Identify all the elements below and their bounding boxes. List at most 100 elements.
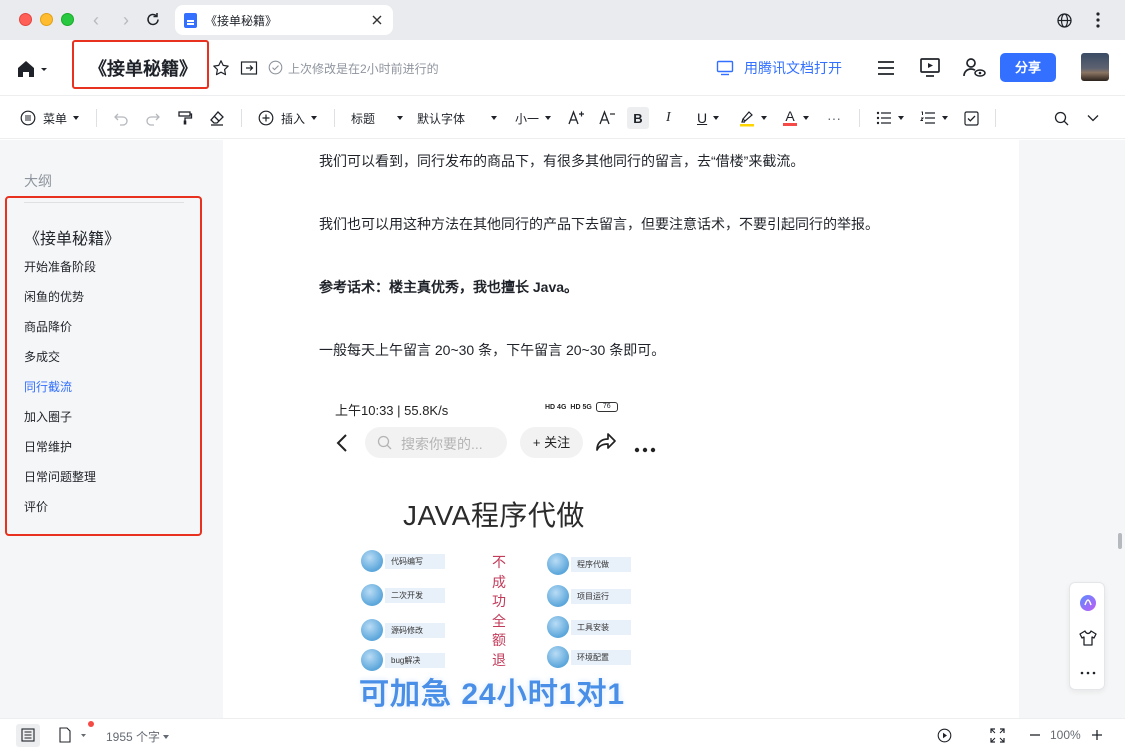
outline-item[interactable]: 日常问题整理 [24,468,96,485]
undo-icon[interactable] [113,97,129,139]
outline-item[interactable]: 多成交 [24,348,60,365]
service-tag: 工具安装 [547,616,631,638]
insert-dropdown[interactable]: 插入 [258,97,318,139]
more-format-button[interactable]: ··· [827,97,841,139]
paragraph[interactable]: 一般每天上午留言 20~30 条，下午留言 20~30 条即可。 [319,340,665,360]
globe-icon[interactable] [1056,12,1073,29]
redo-icon[interactable] [145,97,161,139]
doc-title[interactable]: 《接单秘籍》 [89,55,197,81]
bold-label: B [627,107,649,129]
clear-format-icon[interactable] [209,97,225,139]
heading-style-dropdown[interactable]: 标题 [351,97,404,139]
numbered-list-dropdown[interactable] [920,97,948,139]
plus-circle-icon [258,110,274,126]
maximize-window-button[interactable] [61,13,74,26]
search-icon[interactable] [1054,97,1069,139]
outline-title: 大纲 [24,173,52,189]
theme-shirt-icon[interactable] [1078,628,1098,653]
page-icon [59,727,86,743]
menu-dropdown[interactable]: 菜单 [20,97,80,139]
vertical-char: 退 [492,651,506,668]
service-tag: 项目运行 [547,585,631,607]
paragraph[interactable]: 我们也可以用这种方法在其他同行的产品下去留言，但要注意话术，不要引起同行的举报。 [319,214,879,234]
font-color-dropdown[interactable]: A [783,97,809,139]
outline-heading[interactable]: 《接单秘籍》 [24,225,120,249]
more-tools-icon[interactable] [1078,665,1098,683]
browser-more-icon[interactable] [1090,10,1106,30]
ai-assistant-icon[interactable] [1078,593,1098,618]
hamburger-menu-icon[interactable] [874,56,898,80]
doc-header: 《接单秘籍》 上次修改是在2小时前进行的 用腾讯文档打开 分享 [0,40,1125,96]
numbered-list-icon [920,111,935,124]
zoom-level[interactable]: 100% [1050,728,1081,742]
last-saved-status: 上次修改是在2小时前进行的 [288,62,439,76]
minimize-window-button[interactable] [40,13,53,26]
service-tag: 源码修改 [361,619,445,641]
service-tag: 二次开发 [361,584,445,606]
reload-icon[interactable] [143,10,163,30]
italic-button[interactable]: I [666,97,671,139]
browser-tab[interactable]: 《接单秘籍》 [175,5,393,35]
battery-icon: 76 [595,402,618,412]
embedded-screenshot-image[interactable]: 上午10:33 | 55.8K/s HD 4G HD 5G 76 搜索你要的..… [323,390,663,720]
move-to-folder-icon[interactable] [240,60,258,76]
paragraph[interactable]: 我们可以看到，同行发布的商品下，有很多其他同行的留言，去“借楼”来截流。 [319,151,804,171]
heading-style-value: 标题 [351,111,376,126]
increase-font-size-icon[interactable] [568,97,586,139]
star-icon[interactable] [212,59,230,77]
format-painter-icon[interactable] [177,97,193,139]
back-icon[interactable]: ‹ [86,10,106,30]
bubble-icon [547,585,569,607]
home-button[interactable] [16,59,50,79]
outline-item[interactable]: 开始准备阶段 [24,258,96,275]
document-page[interactable]: 我们可以看到，同行发布的商品下，有很多其他同行的留言，去“借楼”来截流。 我们也… [223,140,1019,720]
paragraph-bold[interactable]: 参考话术：楼主真优秀，我也擅长 Java。 [319,277,578,297]
highlight-color-dropdown[interactable] [739,97,767,139]
outline-item[interactable]: 同行截流 [24,378,72,395]
outline-item[interactable]: 评价 [24,498,48,515]
outline-list-icon [21,728,35,742]
bubble-icon [361,619,383,641]
outline-toggle-button[interactable] [16,724,40,747]
bold-button[interactable]: B [627,97,649,139]
collapse-toolbar-chevron-icon[interactable] [1086,97,1100,139]
search-icon [377,435,392,450]
presentation-icon[interactable] [918,56,942,80]
checklist-icon[interactable] [964,97,979,139]
vertical-char: 不 [492,554,506,570]
phone-search-placeholder: 搜索你要的... [401,436,483,452]
close-window-button[interactable] [19,13,32,26]
service-tag-label: 项目运行 [571,588,631,604]
back-chevron-icon [335,432,349,454]
outline-item[interactable]: 日常维护 [24,438,72,455]
scrollbar-thumb[interactable] [1118,533,1122,549]
zoom-out-icon[interactable] [1028,728,1042,747]
menu-label: 菜单 [43,111,68,126]
font-family-dropdown[interactable]: 默认字体 [417,97,498,139]
vertical-char: 额 [492,632,506,648]
open-in-tencent-docs-button[interactable]: 用腾讯文档打开 [716,58,842,78]
insert-label: 插入 [281,111,306,126]
collaborators-icon[interactable] [961,56,986,80]
word-count-dropdown[interactable]: 1955 个字 [106,728,170,745]
font-size-dropdown[interactable]: 小一 [515,97,552,139]
promo-text: 可加急 24小时1对1 [359,678,626,711]
play-icon[interactable] [937,728,952,748]
close-tab-icon[interactable] [369,12,385,28]
decrease-font-size-icon[interactable] [599,97,617,139]
share-button[interactable]: 分享 [1000,53,1056,82]
vertical-char: 全 [492,612,506,629]
underline-dropdown[interactable]: U [697,97,720,139]
outline-item[interactable]: 加入圈子 [24,408,72,425]
user-avatar[interactable] [1081,53,1109,81]
zoom-in-icon[interactable] [1090,728,1104,747]
document-canvas: 我们可以看到，同行发布的商品下，有很多其他同行的留言，去“借楼”来截流。 我们也… [223,140,1125,720]
outline-item[interactable]: 闲鱼的优势 [24,288,84,305]
font-size-value: 小一 [515,111,540,126]
outline-item[interactable]: 商品降价 [24,318,72,335]
bullet-list-dropdown[interactable] [876,97,904,139]
page-view-dropdown[interactable] [58,721,94,748]
monitor-icon [716,60,734,76]
fullscreen-icon[interactable] [990,728,1005,748]
forward-icon[interactable]: › [116,10,136,30]
